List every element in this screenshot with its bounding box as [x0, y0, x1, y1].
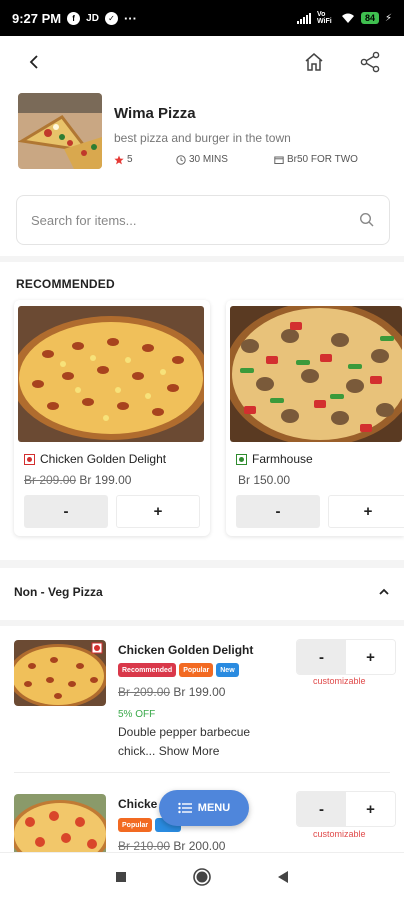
discount-label: 5% OFF — [118, 709, 156, 720]
status-time: 9:27 PM — [12, 10, 62, 26]
wallet-icon — [274, 156, 284, 164]
search-icon[interactable] — [359, 212, 375, 228]
decrease-button[interactable]: - — [297, 640, 346, 674]
restaurant-tagline: best pizza and burger in the town — [114, 131, 291, 145]
increase-button[interactable]: + — [116, 495, 200, 528]
cost-value: Br50 FOR TWO — [287, 154, 358, 165]
menu-item-image — [14, 640, 106, 706]
old-price: Br 209.00 — [24, 473, 77, 487]
quantity-stepper: - + — [297, 792, 395, 826]
menu-list-icon — [178, 802, 192, 814]
facebook-icon: f — [67, 11, 81, 25]
recommended-item-price: Br 150.00 — [238, 473, 290, 487]
menu-item-image — [14, 794, 106, 860]
menu-item-price: Br 210.00 Br 200.00 — [118, 839, 225, 853]
share-icon[interactable] — [354, 46, 386, 78]
increase-button[interactable]: + — [346, 792, 395, 826]
menu-button[interactable]: MENU — [159, 790, 249, 826]
signal-icon — [296, 12, 311, 24]
menu-button-label: MENU — [197, 802, 231, 814]
check-circle-icon: ✓ — [104, 11, 118, 25]
rating-value: 5 — [127, 154, 133, 165]
section-spacer — [0, 560, 404, 568]
customizable-label: customizable — [313, 676, 366, 686]
android-nav-bar — [0, 852, 404, 900]
price: Br 199.00 — [173, 685, 226, 699]
battery-indicator: 84 — [360, 12, 379, 24]
cost-for-two: Br50 FOR TWO — [274, 154, 358, 165]
quantity-stepper: - + — [297, 640, 395, 674]
star-icon — [114, 155, 124, 164]
decrease-button[interactable]: - — [24, 495, 108, 528]
increase-button[interactable]: + — [328, 495, 404, 528]
category-title: Non - Veg Pizza — [14, 585, 103, 599]
price: Br 150.00 — [238, 473, 291, 487]
search-input[interactable] — [31, 212, 359, 228]
back-arrow-icon[interactable] — [18, 46, 50, 78]
restaurant-rating: 5 — [114, 154, 176, 165]
customizable-label: customizable — [313, 829, 366, 839]
recommended-title: RECOMMENDED — [16, 277, 115, 291]
delivery-time: 30 MINS — [176, 154, 274, 165]
wifi-icon — [341, 13, 354, 23]
recommended-card[interactable]: Farmhouse Br 150.00 - + — [226, 300, 404, 536]
category-header[interactable]: Non - Veg Pizza — [0, 572, 404, 612]
decrease-button[interactable]: - — [297, 792, 346, 826]
chevron-up-icon[interactable] — [378, 586, 390, 598]
show-more-link[interactable]: Show More — [159, 744, 220, 758]
badge-recommended: Recommended — [118, 663, 177, 677]
menu-item-price: Br 209.00 Br 199.00 — [118, 685, 225, 699]
non-veg-icon — [24, 453, 35, 465]
old-price: Br 209.00 — [118, 685, 171, 699]
old-price: Br 210.00 — [118, 839, 171, 853]
increase-button[interactable]: + — [346, 640, 395, 674]
recommended-card[interactable]: Chicken Golden Delight Br 209.00 Br 199.… — [14, 300, 210, 536]
jd-icon: JD — [86, 12, 99, 24]
home-icon[interactable] — [298, 46, 330, 78]
veg-icon — [236, 453, 247, 465]
clock-icon — [176, 154, 186, 165]
price: Br 199.00 — [79, 473, 132, 487]
menu-item-description: Double pepper barbecue chick... Show Mor… — [118, 723, 278, 761]
time-value: 30 MINS — [189, 154, 228, 165]
divider — [14, 772, 390, 773]
network-label: Vo WiFi — [316, 11, 332, 25]
recommended-item-image — [18, 306, 204, 442]
badge-popular: Popular — [179, 663, 214, 677]
decrease-button[interactable]: - — [236, 495, 320, 528]
status-bar: 9:27 PM f JD ✓ ··· Vo WiFi 84 ⚡ — [0, 0, 404, 36]
restaurant-header: Wima Pizza best pizza and burger in the … — [18, 93, 388, 173]
price: Br 200.00 — [173, 839, 226, 853]
badge-new: New — [216, 663, 239, 677]
section-spacer — [0, 620, 404, 626]
item-badges: Recommended Popular New — [118, 663, 239, 677]
recommended-item-price: Br 209.00 Br 199.00 — [24, 473, 131, 487]
recommended-item-name: Farmhouse — [236, 452, 313, 466]
top-nav — [0, 36, 404, 88]
charging-icon: ⚡ — [384, 12, 392, 24]
recommended-item-image — [230, 306, 402, 442]
menu-item-name: Chicken Golden Delight — [118, 643, 254, 657]
back-triangle-icon[interactable] — [263, 857, 303, 897]
more-dots-icon: ··· — [123, 10, 137, 26]
section-spacer — [0, 256, 404, 262]
menu-item-name: Chicke — [118, 797, 158, 811]
item-name-text: Chicken Golden Delight — [40, 452, 167, 466]
home-circle-icon[interactable] — [182, 857, 222, 897]
search-box — [16, 195, 390, 245]
item-name-text: Farmhouse — [252, 452, 313, 466]
recents-square-icon[interactable] — [101, 857, 141, 897]
restaurant-name: Wima Pizza — [114, 105, 196, 122]
recommended-item-name: Chicken Golden Delight — [24, 452, 166, 466]
restaurant-image — [18, 93, 102, 169]
badge-popular: Popular — [118, 818, 153, 832]
